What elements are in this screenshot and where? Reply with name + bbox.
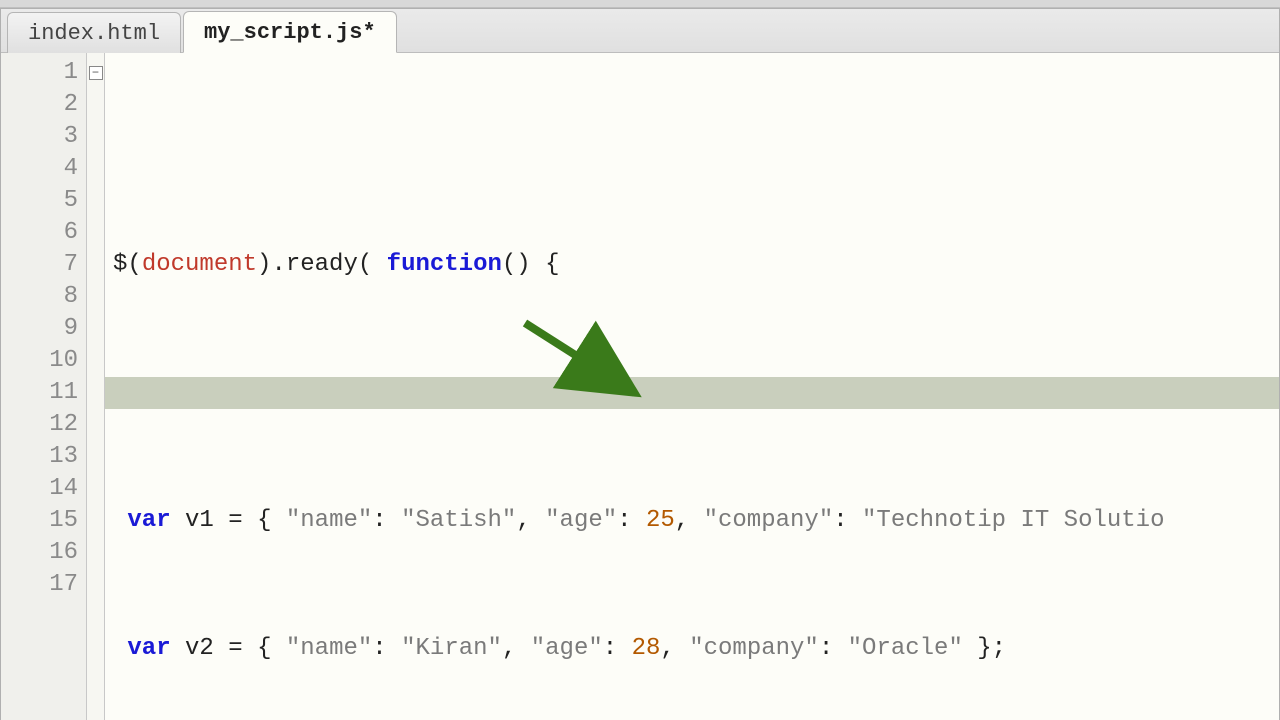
tok-comma: , <box>675 507 704 534</box>
tok-25: 25 <box>646 507 675 534</box>
tok-var: var <box>127 507 170 534</box>
tok-company-key: "company" <box>689 635 819 662</box>
line-number: 6 <box>1 217 78 249</box>
tok-lpar: ( <box>358 251 372 278</box>
tok-lpar: ( <box>127 251 141 278</box>
line-number: 14 <box>1 473 78 505</box>
tok-lbrace: { <box>257 635 271 662</box>
tok-age-key: "age" <box>545 507 617 534</box>
tok-eq: = <box>214 507 257 534</box>
tok-colon: : <box>617 507 646 534</box>
tab-bar: index.html my_script.js* <box>1 9 1279 53</box>
tok-rbrace: } <box>977 635 991 662</box>
line-number: 8 <box>1 281 78 313</box>
tok-function: function <box>387 251 502 278</box>
line-number: 13 <box>1 441 78 473</box>
tok-technotip: "Technotip IT Solutio <box>862 507 1164 534</box>
editor-window: index.html my_script.js* 1 2 3 4 5 6 7 8… <box>0 8 1280 720</box>
tok-document: document <box>142 251 257 278</box>
tok-lbrace: { <box>545 251 559 278</box>
tok-comma: , <box>502 635 531 662</box>
tok-ready: ready <box>286 251 358 278</box>
tok-eq: = <box>214 635 257 662</box>
tok-colon: : <box>603 635 632 662</box>
tok-semi: ; <box>992 635 1006 662</box>
tok-v2: v2 <box>185 635 214 662</box>
tok-colon: : <box>819 635 848 662</box>
line-number: 1 <box>1 57 78 89</box>
line-number: 12 <box>1 409 78 441</box>
tok-company-key: "company" <box>704 507 834 534</box>
tok-rpar: ) <box>257 251 271 278</box>
code-line[interactable]: var v2 = { "name": "Kiran", "age": 28, "… <box>113 633 1279 665</box>
line-number: 4 <box>1 153 78 185</box>
code-editor[interactable]: 1 2 3 4 5 6 7 8 9 10 11 12 13 14 15 16 1… <box>1 53 1279 720</box>
tok-var: var <box>127 635 170 662</box>
tok-oracle: "Oracle" <box>848 635 963 662</box>
tok-v1: v1 <box>185 507 214 534</box>
line-number: 5 <box>1 185 78 217</box>
fold-toggle-icon[interactable]: − <box>89 66 103 80</box>
code-line[interactable] <box>113 377 1279 409</box>
line-number: 16 <box>1 537 78 569</box>
line-number: 17 <box>1 569 78 601</box>
code-line[interactable]: var v1 = { "name": "Satish", "age": 25, … <box>113 505 1279 537</box>
tok-lpar: ( <box>502 251 516 278</box>
tok-colon: : <box>833 507 862 534</box>
tok-name-key: "name" <box>286 635 372 662</box>
tok-dollar: $ <box>113 251 127 278</box>
line-number-gutter: 1 2 3 4 5 6 7 8 9 10 11 12 13 14 15 16 1… <box>1 53 87 720</box>
tok-satish: "Satish" <box>401 507 516 534</box>
tok-rpar: ) <box>516 251 530 278</box>
line-number: 2 <box>1 89 78 121</box>
window-titlebar <box>0 0 1280 8</box>
code-line[interactable]: $(document).ready( function() { <box>113 249 1279 281</box>
code-area[interactable]: $(document).ready( function() { var v1 =… <box>105 53 1279 720</box>
line-number: 11 <box>1 377 78 409</box>
tok-dot: . <box>271 251 285 278</box>
line-number: 3 <box>1 121 78 153</box>
tok-lbrace: { <box>257 507 271 534</box>
fold-column: − <box>87 53 105 720</box>
line-number: 7 <box>1 249 78 281</box>
tok-colon: : <box>372 507 401 534</box>
tok-colon: : <box>372 635 401 662</box>
tok-comma: , <box>660 635 689 662</box>
tab-my-script-js[interactable]: my_script.js* <box>183 11 397 53</box>
tok-kiran: "Kiran" <box>401 635 502 662</box>
tok-name-key: "name" <box>286 507 372 534</box>
tok-comma: , <box>516 507 545 534</box>
tok-age-key: "age" <box>531 635 603 662</box>
line-number: 9 <box>1 313 78 345</box>
line-number: 10 <box>1 345 78 377</box>
tok-28: 28 <box>632 635 661 662</box>
tab-index-html[interactable]: index.html <box>7 12 181 53</box>
line-number: 15 <box>1 505 78 537</box>
